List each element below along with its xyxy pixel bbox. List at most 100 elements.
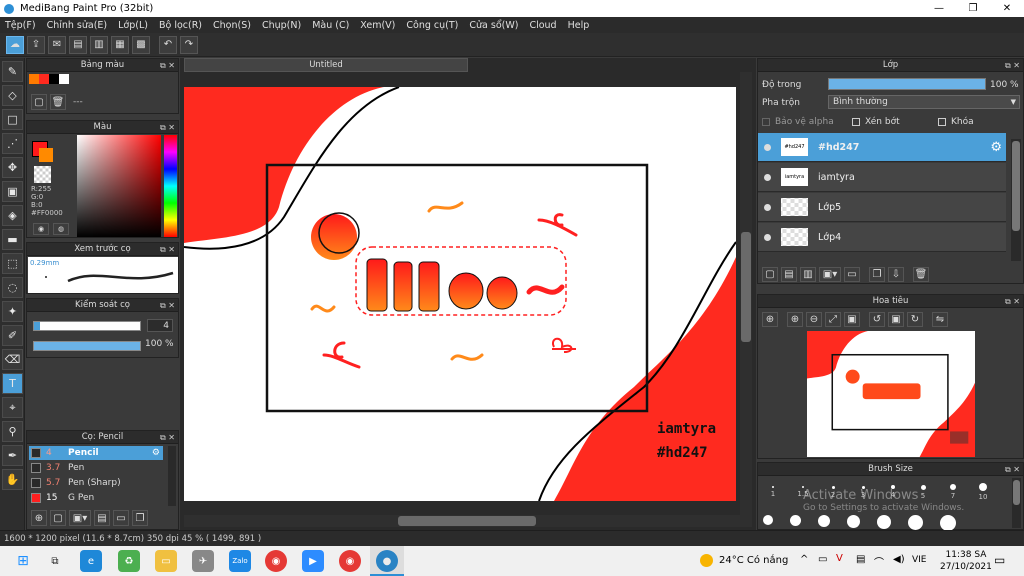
brush-item-pencil[interactable]: 4 Pencil ⚙ — [29, 446, 163, 460]
brush-item-g-pen[interactable]: 15 G Pen — [29, 491, 163, 505]
network-icon[interactable]: ⌒ — [874, 554, 884, 569]
panel-divide-tool-icon[interactable]: ⌖ — [2, 397, 23, 418]
brush-list-scrollbar[interactable] — [168, 446, 176, 506]
lock-option[interactable]: Khóa — [938, 117, 974, 127]
gradient-tool-icon[interactable]: ▬ — [2, 229, 23, 250]
zoom-out-icon[interactable]: ⊖ — [806, 312, 822, 327]
visibility-icon[interactable] — [764, 203, 771, 211]
panel-controls-icon[interactable]: ⧉ ✕ — [1005, 463, 1020, 476]
rotate-left-icon[interactable]: ↺ — [869, 312, 885, 327]
brush-size-option[interactable]: 10 — [968, 481, 998, 503]
transform-tool-icon[interactable]: ▣ — [2, 181, 23, 202]
protect-alpha-option[interactable]: Bảo vệ alpha — [762, 117, 834, 127]
minimize-button[interactable]: — — [922, 0, 956, 17]
new-8bit-layer-icon[interactable]: ▥ — [800, 267, 816, 282]
task-view-icon[interactable]: ⧉ — [44, 550, 66, 572]
lock-checkbox[interactable] — [938, 118, 946, 126]
panel-controls-icon[interactable]: ⧉ ✕ — [160, 121, 175, 134]
maximize-button[interactable]: ❐ — [956, 0, 990, 17]
weather-text[interactable]: 24°C Có nắng — [719, 555, 788, 566]
file-explorer-icon[interactable]: ▭ — [155, 550, 177, 572]
palette-swatch[interactable] — [29, 74, 39, 84]
actual-size-icon[interactable]: ▣ — [844, 312, 860, 327]
zoom-app-icon[interactable]: ▶ — [302, 550, 324, 572]
menu-color[interactable]: Màu (C) — [312, 20, 349, 31]
layer-item-lop5[interactable]: Lớp5 — [758, 193, 1006, 222]
brush-tool-icon[interactable]: ✎ — [2, 61, 23, 82]
rectangle-tool-icon[interactable]: □ — [2, 109, 23, 130]
text-tool-icon[interactable]: T — [2, 373, 23, 394]
menu-window[interactable]: Cửa sổ(W) — [469, 20, 518, 31]
brush-list-icon[interactable]: ▤ — [94, 510, 110, 526]
menu-cloud[interactable]: Cloud — [529, 20, 556, 31]
flip-icon[interactable]: ⇋ — [932, 312, 948, 327]
visibility-icon[interactable] — [764, 143, 771, 151]
panel-controls-icon[interactable]: ⧉ ✕ — [160, 431, 175, 444]
panel-controls-icon[interactable]: ⧉ ✕ — [160, 299, 175, 312]
reset-rotation-icon[interactable]: ▣ — [888, 312, 904, 327]
brush-folder-icon[interactable]: ▭ — [113, 510, 129, 526]
bucket-tool-icon[interactable]: ◈ — [2, 205, 23, 226]
app-icon[interactable]: ✈ — [192, 550, 214, 572]
brush-size-option[interactable] — [790, 515, 801, 526]
document-tab[interactable]: Untitled — [184, 58, 468, 72]
eyedropper-tool-icon[interactable]: ⚲ — [2, 421, 23, 442]
brush-size-slider[interactable] — [33, 321, 141, 331]
chrome-icon[interactable]: ◉ — [265, 550, 287, 572]
select-rect-tool-icon[interactable]: ⬚ — [2, 253, 23, 274]
color-option-icon[interactable]: ◍ — [53, 223, 69, 235]
zoom-in-icon[interactable]: ⊕ — [762, 312, 778, 327]
color-option-icon[interactable]: ◉ — [33, 223, 49, 235]
brush-options-icon[interactable]: ▣▾ — [69, 510, 91, 526]
brush-size-option[interactable] — [877, 515, 891, 529]
menu-edit[interactable]: Chỉnh sửa(E) — [47, 20, 108, 31]
fit-window-icon[interactable]: ⤢ — [825, 312, 841, 327]
add-brush-icon[interactable]: ⊕ — [31, 510, 47, 526]
cloud-icon[interactable]: ☁ — [6, 35, 24, 54]
grid-icon[interactable]: ▦ — [111, 35, 129, 54]
gear-icon[interactable]: ⚙ — [990, 140, 1002, 155]
chevron-up-icon[interactable]: ^ — [800, 554, 808, 565]
canvas-horizontal-scrollbar[interactable] — [184, 515, 752, 527]
dot-tool-icon[interactable]: ⋰ — [2, 133, 23, 154]
rotate-right-icon[interactable]: ↻ — [907, 312, 923, 327]
brush-size-option[interactable] — [763, 515, 773, 525]
new-layer-icon[interactable]: ▢ — [762, 267, 778, 282]
brush-size-scrollbar[interactable] — [1012, 478, 1021, 528]
tray-folder-icon[interactable]: ▤ — [856, 554, 865, 565]
color-gradient-square[interactable] — [77, 135, 161, 237]
new-halftone-layer-icon[interactable]: ▤ — [781, 267, 797, 282]
brush-size-field[interactable]: 4 — [147, 319, 173, 332]
panel-controls-icon[interactable]: ⧉ ✕ — [1005, 295, 1020, 308]
brush-size-option[interactable]: 1 — [758, 481, 788, 503]
document-icon[interactable]: ▥ — [90, 35, 108, 54]
clipping-checkbox[interactable] — [852, 118, 860, 126]
brush-size-option[interactable] — [908, 515, 923, 530]
menu-file[interactable]: Tệp(F) — [5, 20, 36, 31]
notification-icon[interactable]: ▭ — [994, 553, 1005, 567]
brush-size-option[interactable] — [847, 515, 860, 528]
delete-layer-icon[interactable]: 🗑 — [913, 267, 929, 282]
palette-swatch[interactable] — [49, 74, 59, 84]
windows-start-icon[interactable]: ⊞ — [12, 550, 34, 572]
brush-copy-icon[interactable]: ❐ — [132, 510, 148, 526]
magic-wand-tool-icon[interactable]: ✦ — [2, 301, 23, 322]
pen-tool-icon[interactable]: ✒ — [2, 445, 23, 466]
menu-layer[interactable]: Lớp(L) — [118, 20, 148, 31]
canvas-vertical-scrollbar[interactable] — [740, 72, 752, 516]
visibility-icon[interactable] — [764, 233, 771, 241]
layer-add-menu-icon[interactable]: ▣▾ — [819, 267, 841, 282]
tiles-icon[interactable]: ▩ — [132, 35, 150, 54]
brush-size-option[interactable] — [940, 515, 956, 531]
edge-browser-icon[interactable]: e — [80, 550, 102, 572]
layer-opacity-slider[interactable] — [828, 78, 986, 90]
tray-vpn-icon[interactable]: V — [836, 553, 843, 564]
blend-mode-select[interactable]: Bình thường ▼ — [828, 95, 1020, 109]
palette-swatch[interactable] — [39, 74, 49, 84]
panel-controls-icon[interactable]: ⧉ ✕ — [160, 243, 175, 256]
protect-alpha-checkbox[interactable] — [762, 118, 770, 126]
drawing-canvas[interactable]: iamtyra #hd247 — [184, 87, 736, 501]
move-tool-icon[interactable]: ✥ — [2, 157, 23, 178]
lasso-tool-icon[interactable]: ◌ — [2, 277, 23, 298]
panel-controls-icon[interactable]: ⧉ ✕ — [160, 59, 175, 72]
